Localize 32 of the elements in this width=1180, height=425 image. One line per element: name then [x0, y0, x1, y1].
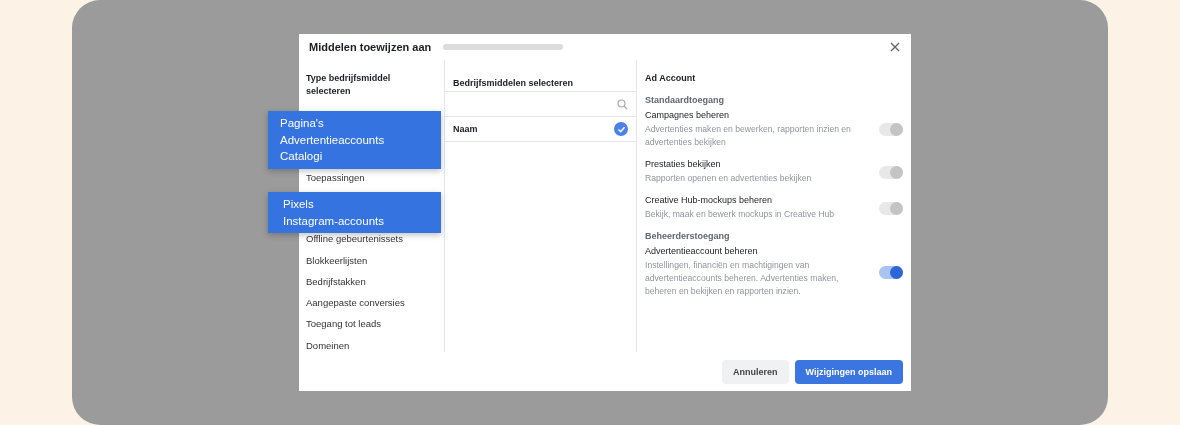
asset-type-item[interactable]: Blokkeerlijsten: [306, 254, 368, 266]
callout-text: Catalogi: [280, 149, 324, 164]
asset-type-item[interactable]: Toepassingen: [306, 172, 365, 183]
column-heading: Ad Account: [645, 72, 697, 85]
permission-name: Campagnes beheren: [645, 110, 731, 120]
asset-type-item[interactable]: Domeinen: [306, 339, 350, 351]
callout-text: Advertentieaccounts: [280, 132, 386, 148]
asset-type-item[interactable]: Toegang tot leads: [306, 318, 381, 330]
close-icon[interactable]: [889, 41, 901, 53]
callout-text: Instagram-accounts: [283, 213, 385, 229]
search-icon: [617, 98, 628, 110]
asset-type-item[interactable]: Offline gebeurtenissets: [306, 233, 403, 245]
section-title: Beheerderstoegang: [645, 231, 731, 241]
permission-description: Bekijk, maak en bewerk mockups in Creative Hub: [645, 208, 836, 221]
permission-name: Creative Hub-mockups beheren: [645, 195, 774, 205]
callout-text: Pagina's: [280, 116, 325, 131]
permission-name: Advertentieaccount beheren: [645, 246, 759, 256]
toggle-switch[interactable]: [879, 265, 903, 279]
column-heading: Bedrijfsmiddelen selecteren: [453, 78, 574, 88]
permission-description: Instellingen, financiën en machtigingen van advertentieaccounts beheren. Advertenties maken, beheren en bekijken en rapporten inzien.: [645, 259, 840, 298]
permission-name: Prestaties bekijken: [645, 159, 722, 169]
asset-type-item[interactable]: Bedrijfstakken: [306, 275, 366, 287]
asset-row[interactable]: Naam: [445, 117, 636, 142]
asset-type-item[interactable]: Aangepaste conversies: [306, 297, 405, 309]
column-heading: Type bedrijfsmiddel selecteren: [306, 72, 392, 98]
save-button[interactable]: Wijzigingen opslaan: [794, 360, 903, 384]
dialog-title: Middelen toewijzen aan: [309, 41, 432, 53]
cancel-button[interactable]: Annuleren: [722, 360, 789, 384]
permission-description: Rapporten openen en advertenties bekijken: [645, 172, 813, 185]
section-title: Standaardtoegang: [645, 95, 725, 105]
permission-description: Advertenties maken en bewerken, rapporten inzien en advertenties bekijken: [645, 123, 852, 149]
callout-text: Pixels: [283, 197, 315, 212]
